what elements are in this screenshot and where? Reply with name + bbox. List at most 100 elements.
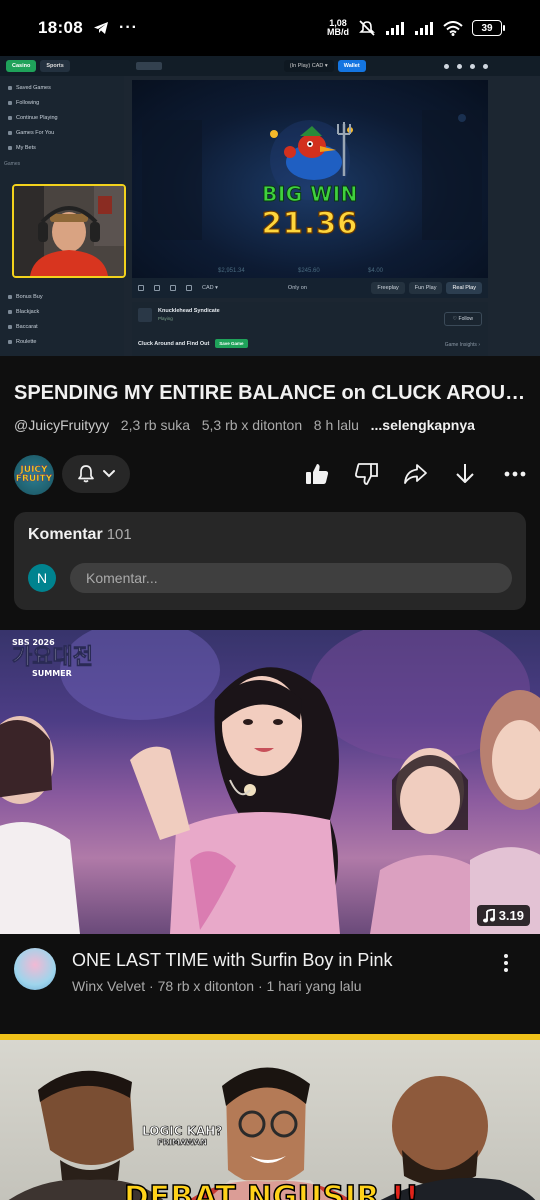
video-player[interactable]: Casino Sports (In Play) CAD ▾ Wallet Sav… xyxy=(0,56,540,356)
like-button[interactable] xyxy=(301,458,333,490)
cards-icon xyxy=(8,309,12,314)
game-insights-label: Game Insights xyxy=(444,342,477,348)
signal-icon-1 xyxy=(386,22,404,35)
kebab-dot xyxy=(504,954,508,958)
show-more-link[interactable]: ...selengkapnya xyxy=(371,417,475,433)
heart-icon xyxy=(8,100,12,105)
search-icon xyxy=(444,63,449,69)
debate-headline: DEBAT NGUSIR !! xyxy=(123,1179,420,1200)
video-menu-button[interactable] xyxy=(496,950,516,976)
chicken-mascot-icon xyxy=(270,122,353,180)
streamer-webcam xyxy=(12,184,126,278)
debate-headline-bang: !! xyxy=(390,1179,420,1200)
view-count: 5,3 rb x ditonton xyxy=(201,417,303,433)
game-stat: $4.00 xyxy=(368,268,384,274)
channel-avatar-text: JUICY FRUITY xyxy=(15,465,53,484)
sidebar-item-label: Baccarat xyxy=(16,323,38,330)
video-meta[interactable]: @JuicyFruityyy 2,3 rb suka 5,3 rb x dito… xyxy=(14,417,475,433)
theatre-icon xyxy=(154,285,160,291)
network-speed-unit: MB/d xyxy=(327,27,349,37)
save-game-button: Save Game xyxy=(215,339,248,348)
battery-icon: 39 xyxy=(472,20,505,36)
sidebar-item-continue: Continue Playing xyxy=(0,110,124,125)
game-status: Playing xyxy=(158,316,173,321)
video-thumbnail[interactable]: SBS 2026 가요대전 SUMMER 3.19 xyxy=(0,630,540,934)
comment-input[interactable]: Komentar... xyxy=(70,563,512,593)
kebab-dot xyxy=(504,961,508,965)
sidebar-item-bets: My Bets xyxy=(0,140,124,155)
game-stat: $2,951.34 xyxy=(218,268,245,274)
wallet-button: Wallet xyxy=(337,60,366,72)
cards-icon xyxy=(8,324,12,329)
notification-bell-button[interactable] xyxy=(62,455,130,493)
kebab-dot xyxy=(504,968,508,972)
share-icon xyxy=(404,464,427,484)
video-thumbnail[interactable]: LOGIC KAH? FRIMAWAN DEBAT NGUSIR !! xyxy=(0,1034,540,1200)
sidebar-item-label: Bonus Buy xyxy=(16,293,43,300)
thumbs-up-icon xyxy=(306,464,329,484)
follow-label: Follow xyxy=(458,316,473,322)
logic-line-1: LOGIC KAH? xyxy=(142,1124,223,1138)
more-notifications-icon: ··· xyxy=(118,19,138,36)
topbar-icons xyxy=(444,63,488,69)
sidebar-item-label: Saved Games xyxy=(16,84,51,91)
sidebar-item-label: Roulette xyxy=(16,338,37,345)
bell-icon xyxy=(78,465,94,483)
channel-avatar[interactable] xyxy=(14,948,56,990)
like-count: 2,3 rb suka xyxy=(120,417,191,433)
logic-line-2: FRIMAWAN xyxy=(157,1138,208,1148)
bell-icon xyxy=(470,63,475,69)
upload-age: 8 h lalu xyxy=(313,417,359,433)
sidebar-item-bonus-buy: Bonus Buy xyxy=(0,289,124,304)
duration-badge: 3.19 xyxy=(476,905,530,926)
freeplay-button: Freeplay xyxy=(371,282,405,294)
play-mode-buttons: Freeplay Fun Play Real Play xyxy=(371,282,482,294)
sidebar-item-saved: Saved Games xyxy=(0,80,124,95)
wifi-icon xyxy=(443,20,463,36)
sports-tab: Sports xyxy=(40,60,70,72)
comments-header: Komentar 101 xyxy=(28,526,132,544)
sbs-logo-sub: SUMMER xyxy=(32,669,72,678)
comments-panel[interactable]: Komentar 101 N Komentar... xyxy=(14,512,526,610)
download-icon xyxy=(456,464,474,483)
video-title[interactable]: ONE LAST TIME with Surfin Boy in Pink xyxy=(72,950,392,971)
music-note-icon xyxy=(482,908,495,922)
more-icon xyxy=(504,471,526,477)
stats-icon xyxy=(170,285,176,291)
dislike-button[interactable] xyxy=(351,458,383,490)
play-icon xyxy=(8,115,12,120)
sbs-logo-main: 가요대전 xyxy=(12,645,94,670)
control-currency-label: CAD xyxy=(202,285,214,291)
sidebar-item-blackjack: Blackjack xyxy=(0,304,124,319)
video-meta: Winx Velvet · 78 rb x ditonton · 1 hari … xyxy=(72,978,362,994)
debate-headline-text: DEBAT NGUSIR xyxy=(123,1179,381,1200)
follow-game-button: ♡ Follow xyxy=(443,312,482,326)
balance-selector: (In Play) CAD ▾ xyxy=(283,60,334,72)
big-win-label: BIG WIN xyxy=(262,182,358,207)
balance-label: (In Play) xyxy=(289,63,311,69)
channel-avatar[interactable]: JUICY FRUITY xyxy=(14,455,54,495)
gift-icon xyxy=(8,294,12,299)
telegram-icon xyxy=(93,22,108,34)
sidebar-item-baccarat: Baccarat xyxy=(0,319,124,334)
download-button[interactable] xyxy=(449,458,481,490)
video-title[interactable]: SPENDING MY ENTIRE BALANCE on CLUCK AROU… xyxy=(14,382,528,405)
more-actions-button[interactable] xyxy=(499,458,531,490)
battery-level: 39 xyxy=(481,22,493,34)
sidebar-heading: Games xyxy=(4,161,21,167)
share-button[interactable] xyxy=(399,458,431,490)
sidebar-item-following: Following xyxy=(0,95,124,110)
sidebar-item-label: My Bets xyxy=(16,144,36,151)
control-center-label: Only on xyxy=(287,285,307,291)
logic-kah-logo: LOGIC KAH? FRIMAWAN xyxy=(142,1124,223,1148)
duration-text: 3.19 xyxy=(498,908,524,923)
casino-topbar: Casino Sports (In Play) CAD ▾ Wallet xyxy=(0,56,540,76)
sidebar-item-label: Blackjack xyxy=(16,308,40,315)
sidebar-item-label: Games For You xyxy=(16,129,55,136)
roulette-icon xyxy=(8,339,12,344)
comments-count: 101 xyxy=(106,526,132,543)
fun-play-button: Fun Play xyxy=(408,282,443,294)
game-title-line: Cluck Around and Find Out Save Game xyxy=(138,339,248,348)
slot-game-screen: BIG WIN 21.36 $2,951.34 $245.60 $4.00 xyxy=(132,80,488,278)
win-amount: 21.36 xyxy=(261,205,359,240)
